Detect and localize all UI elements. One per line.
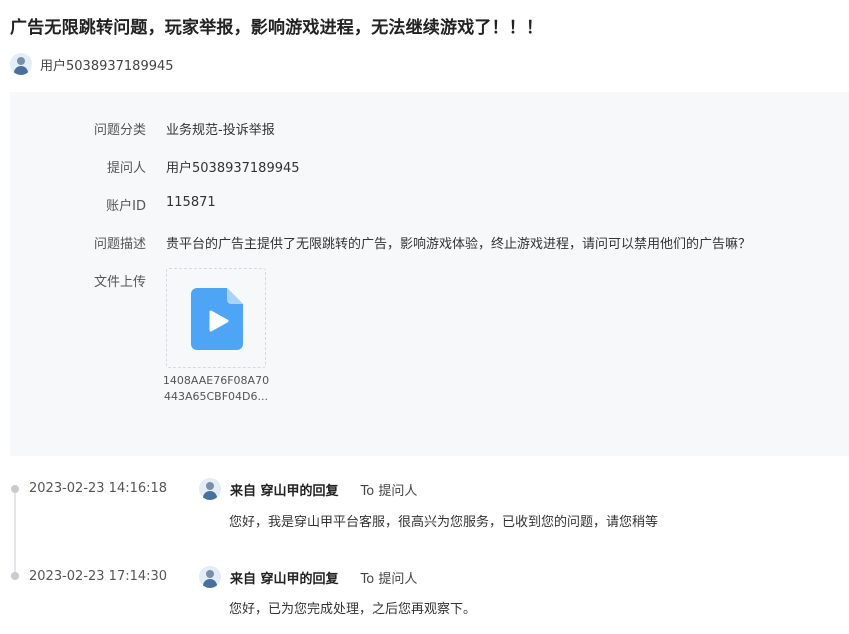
timeline-dot	[11, 485, 19, 493]
question-author: 用户5038937189945	[10, 53, 174, 75]
question-title: 广告无限跳转问题，玩家举报，影响游戏进程，无法继续游戏了！！！	[10, 18, 544, 38]
uploaded-file-name[interactable]: 1408AAE76F08A70 443A65CBF04D6...	[160, 373, 272, 405]
avatar	[199, 566, 221, 588]
reply-time: 2023-02-23 17:14:30	[29, 569, 168, 584]
reply-header: 来自 穿山甲的回复 To 提问人	[199, 566, 417, 588]
account-value: 115871	[166, 195, 216, 210]
file-name-line1: 1408AAE76F08A70	[162, 374, 270, 387]
category-label: 问题分类	[93, 123, 146, 138]
reply-from: 来自 穿山甲的回复	[230, 571, 339, 587]
reply-from: 来自 穿山甲的回复	[230, 483, 339, 499]
category-value: 业务规范-投诉举报	[166, 123, 275, 138]
upload-label: 文件上传	[93, 275, 146, 290]
avatar	[10, 53, 32, 75]
account-label: 账户ID	[106, 199, 146, 214]
video-file-icon	[191, 288, 243, 350]
asker-label: 提问人	[106, 161, 146, 176]
detail-row-upload: 文件上传	[10, 271, 146, 290]
reply-text: 您好，我是穿山甲平台客服，很高兴为您服务，已收到您的问题，请您稍等	[229, 515, 659, 530]
detail-row-description: 问题描述 贵平台的广告主提供了无限跳转的广告，影响游戏体验，终止游戏进程，请问可…	[10, 233, 751, 252]
timeline-line	[14, 489, 16, 577]
uploaded-file-card[interactable]	[166, 268, 266, 368]
avatar	[199, 478, 221, 500]
author-name: 用户5038937189945	[40, 58, 174, 74]
reply-time: 2023-02-23 14:16:18	[29, 481, 168, 496]
detail-row-category: 问题分类 业务规范-投诉举报	[10, 119, 275, 138]
reply-to: To 提问人	[360, 571, 418, 587]
question-details-panel: 问题分类 业务规范-投诉举报 提问人 用户5038937189945 账户ID …	[10, 92, 849, 456]
description-label: 问题描述	[93, 237, 146, 252]
file-name-line2: 443A65CBF04D6...	[163, 390, 269, 403]
description-value: 贵平台的广告主提供了无限跳转的广告，影响游戏体验，终止游戏进程，请问可以禁用他们…	[166, 237, 752, 252]
detail-row-account: 账户ID 115871	[10, 195, 216, 214]
detail-row-asker: 提问人 用户5038937189945	[10, 157, 300, 176]
reply-to: To 提问人	[360, 483, 418, 499]
reply-header: 来自 穿山甲的回复 To 提问人	[199, 478, 417, 500]
asker-value: 用户5038937189945	[166, 161, 300, 176]
reply-text: 您好，已为您完成处理，之后您再观察下。	[229, 602, 477, 617]
timeline-dot	[11, 572, 19, 580]
